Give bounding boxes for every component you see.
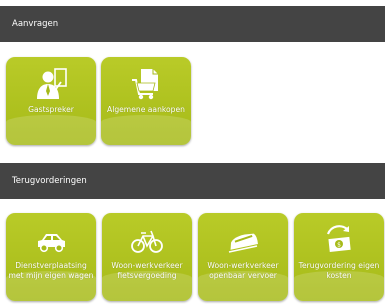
tile-dienstverplaatsing[interactable]: Dienstverplaatsing met mijn eigen wagen — [6, 213, 96, 301]
tile-fietsvergoeding[interactable]: Woon-werkverkeer fietsvergoeding — [102, 213, 192, 301]
tile-label: Woon-werkverkeer fietsvergoeding — [111, 261, 183, 280]
tile-label: Dienstverplaatsing met mijn eigen wagen — [8, 261, 94, 280]
tile-label: Woon-werkverkeer openbaar vervoer — [207, 261, 279, 280]
section-header-terugvorderingen: Terugvorderingen — [0, 163, 385, 199]
train-icon — [198, 223, 288, 257]
car-icon — [6, 223, 96, 257]
svg-text:$: $ — [337, 242, 341, 249]
tile-label: Terugvordering eigen kosten — [298, 261, 380, 280]
shopping-cart-document-icon — [101, 67, 191, 101]
section-title: Aanvragen — [12, 19, 59, 29]
tile-openbaar-vervoer[interactable]: Woon-werkverkeer openbaar vervoer — [198, 213, 288, 301]
tile-label: Gastspreker — [28, 105, 74, 114]
tile-eigen-kosten[interactable]: $ Terugvordering eigen kosten — [294, 213, 384, 301]
section-header-aanvragen: Aanvragen — [0, 6, 385, 42]
section-title: Terugvorderingen — [12, 176, 87, 186]
bicycle-icon — [102, 223, 192, 257]
tile-label: Algemene aankopen — [107, 105, 185, 114]
speaker-person-icon — [6, 67, 96, 101]
tile-algemene-aankopen[interactable]: Algemene aankopen — [101, 57, 191, 145]
money-return-icon: $ — [294, 223, 384, 257]
tile-gastspreker[interactable]: Gastspreker — [6, 57, 96, 145]
